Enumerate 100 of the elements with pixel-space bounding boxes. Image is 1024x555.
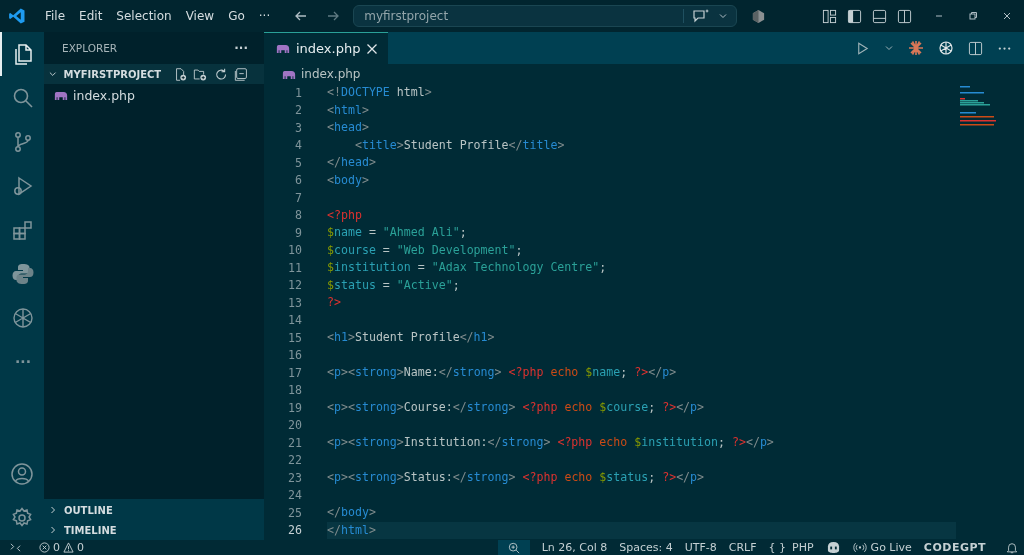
code-line: <html> xyxy=(327,101,370,119)
indentation-status[interactable]: Spaces: 4 xyxy=(619,541,673,554)
remote-icon[interactable] xyxy=(10,542,21,553)
zoom-icon[interactable] xyxy=(507,541,520,554)
code-line: </body> xyxy=(327,504,377,521)
code-line: $name = "Ahmed Ali"; xyxy=(327,224,468,241)
line-number: 13 xyxy=(287,295,302,310)
restore-icon[interactable] xyxy=(968,11,978,21)
bell-icon[interactable] xyxy=(1006,541,1018,554)
code-line: ?> xyxy=(327,294,342,311)
code-line: <p><strong>Name:</strong> <?php echo $name; ?></p> xyxy=(327,364,678,381)
line-number: 9 xyxy=(294,225,302,240)
error-icon xyxy=(39,542,50,553)
split-editor-icon[interactable] xyxy=(968,40,983,56)
search-field[interactable]: myfirstproject xyxy=(353,5,738,27)
menu-item[interactable]: Edit xyxy=(72,9,110,23)
line-number: 7 xyxy=(294,190,302,205)
breadcrumb[interactable]: index.php xyxy=(264,64,1024,84)
broadcast-icon xyxy=(852,542,867,553)
line-number: 16 xyxy=(287,348,302,363)
vscode-logo-icon xyxy=(8,7,26,25)
line-number: 6 xyxy=(294,173,302,188)
elephant-icon xyxy=(282,68,296,80)
line-ending-status[interactable]: CRLF xyxy=(728,541,757,554)
chevron-down-icon[interactable] xyxy=(718,11,729,21)
code-line: <p><strong>Institution:</strong> <?php echo $institution; ?></p> xyxy=(327,434,775,451)
code-line: <title>Student Profile</title> xyxy=(353,136,566,154)
warning-icon xyxy=(63,542,74,553)
python-icon xyxy=(11,262,35,286)
code-line: $course = "Web Development"; xyxy=(327,241,524,259)
line-number: 14 xyxy=(287,313,302,328)
language-mode[interactable]: { } PHP xyxy=(768,541,814,554)
menu-item[interactable]: File xyxy=(38,9,73,23)
code-line: <p><strong>Status:</strong> <?php echo $status; ?></p> xyxy=(327,469,706,486)
run-icon[interactable] xyxy=(855,40,870,56)
collapse-all-icon[interactable] xyxy=(233,66,248,82)
close-icon[interactable] xyxy=(1002,11,1012,21)
line-number: 18 xyxy=(287,383,302,398)
menu-item[interactable]: View xyxy=(178,9,222,23)
braces-symbol: { } xyxy=(768,541,787,554)
code-line: <h1>Student Profile</h1> xyxy=(327,329,496,346)
line-number: 21 xyxy=(287,435,302,450)
line-number: 26 xyxy=(287,523,302,538)
line-number: 5 xyxy=(294,155,302,170)
line-number: 17 xyxy=(287,365,302,380)
line-number: 8 xyxy=(294,208,302,223)
language-label: PHP xyxy=(792,541,814,554)
line-number: 4 xyxy=(294,138,302,153)
line-number: 2 xyxy=(294,103,302,118)
code-line: $status = "Active"; xyxy=(327,276,461,294)
split-view-icon[interactable] xyxy=(897,8,912,24)
run-debug-icon xyxy=(11,174,35,198)
editor-tab[interactable]: index.php xyxy=(264,32,389,64)
extensions-icon xyxy=(11,218,35,242)
cursor-position[interactable]: Ln 26, Col 8 xyxy=(541,541,608,554)
line-number: 25 xyxy=(287,505,302,520)
code-line: <!DOCTYPE html> xyxy=(327,84,433,101)
line-number: 19 xyxy=(287,400,302,415)
panel-toggle-icon[interactable] xyxy=(872,8,887,24)
line-number: 22 xyxy=(287,453,302,468)
line-number: 10 xyxy=(287,243,302,258)
elephant-icon xyxy=(276,43,290,54)
line-number: 23 xyxy=(287,470,302,485)
section-header[interactable]: TIMELINE xyxy=(44,520,264,540)
more-actions-button[interactable]: ··· xyxy=(234,41,248,55)
problems-status[interactable]: 0 0 xyxy=(39,541,84,554)
layout-icon[interactable] xyxy=(822,8,837,24)
go-live-button[interactable]: Go Live xyxy=(852,541,912,554)
menu-item[interactable]: Selection xyxy=(109,9,179,23)
folder-row[interactable]: MYFIRSTPROJECT xyxy=(44,64,264,84)
menu-item[interactable]: ··· xyxy=(251,9,278,23)
line-number: 24 xyxy=(287,488,302,503)
starburst-icon[interactable] xyxy=(908,40,924,56)
section-header[interactable]: OUTLINE xyxy=(44,500,264,520)
activity-bar-item[interactable]: ··· xyxy=(0,340,44,384)
encoding-status[interactable]: UTF-8 xyxy=(684,541,717,554)
line-number: 11 xyxy=(287,260,302,275)
file-tree-item[interactable]: index.php xyxy=(44,84,264,106)
line-number: 20 xyxy=(287,418,302,433)
code-line: <?php xyxy=(327,206,363,224)
new-file-icon[interactable] xyxy=(173,66,188,82)
code-line: </head> xyxy=(327,154,377,171)
account-icon[interactable] xyxy=(10,462,34,486)
hexagon-icon[interactable] xyxy=(751,8,767,24)
chat-sparkle-icon[interactable] xyxy=(692,8,711,24)
line-number: 12 xyxy=(287,278,302,293)
code-line: <p><strong>Course:</strong> <?php echo $course; ?></p> xyxy=(327,399,706,416)
codegpt-label[interactable]: CODEGPT xyxy=(923,541,986,554)
menu-item[interactable]: Go xyxy=(221,9,252,23)
line-number: 15 xyxy=(287,330,302,345)
code-line: <body> xyxy=(327,171,370,189)
new-folder-icon[interactable] xyxy=(193,66,208,82)
elephant-icon xyxy=(54,89,68,101)
line-number: 3 xyxy=(294,120,302,135)
search-icon xyxy=(11,86,35,110)
code-line: <head> xyxy=(327,119,370,136)
refresh-icon[interactable] xyxy=(213,66,228,82)
line-number: 1 xyxy=(294,85,302,100)
code-line: $institution = "Adax Technology Centre"; xyxy=(327,259,608,276)
sidebar-toggle-icon[interactable] xyxy=(847,8,862,24)
